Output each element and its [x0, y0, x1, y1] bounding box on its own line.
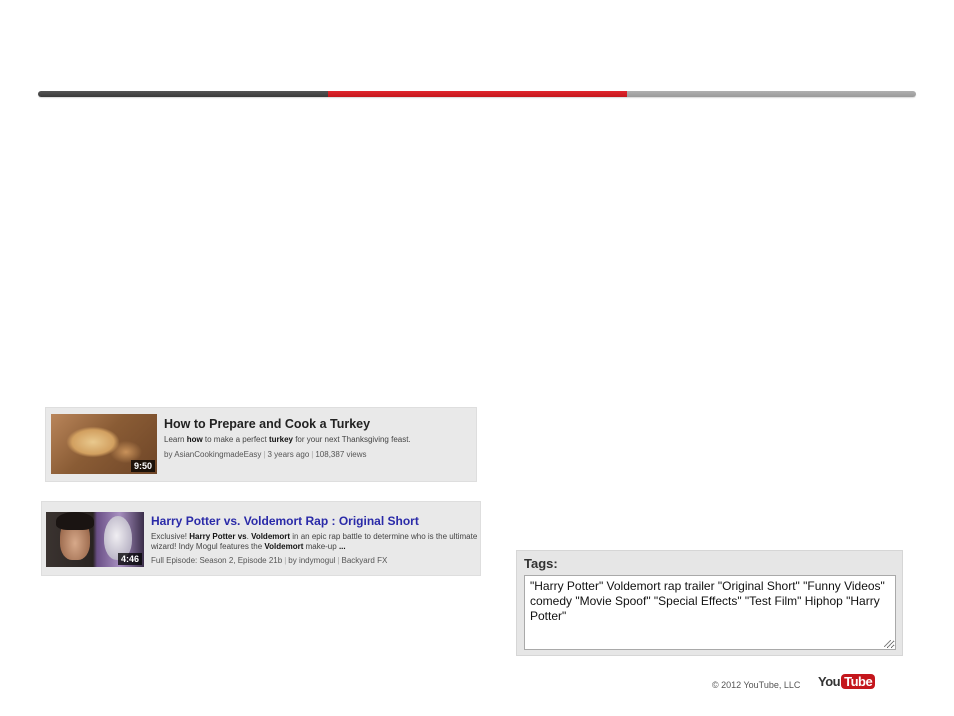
video-description: Exclusive! Harry Potter vs. Voldemort in… [151, 532, 478, 551]
youtube-logo: You Tube [818, 674, 876, 689]
youtube-logo-tube: Tube [841, 674, 876, 689]
tags-textarea[interactable]: "Harry Potter" Voldemort rap trailer "Or… [524, 575, 896, 650]
thumbnail-hair-left [56, 512, 94, 530]
video-result-harry-potter[interactable]: 4:46 Harry Potter vs. Voldemort Rap : Or… [41, 501, 481, 576]
video-info: Harry Potter vs. Voldemort Rap : Origina… [144, 512, 477, 566]
video-duration: 4:46 [117, 553, 142, 565]
progress-segment-current [328, 91, 627, 97]
video-episode: Full Episode: Season 2, Episode 21b [151, 556, 283, 565]
video-age: 3 years ago [267, 450, 310, 459]
video-views: 108,387 views [315, 450, 367, 459]
progress-segment-remaining [627, 91, 916, 97]
video-description: Learn how to make a perfect turkey for y… [164, 435, 411, 444]
slide-progress-bar [38, 91, 916, 97]
video-meta: by AsianCookingmadeEasy | 3 years ago | 108,… [164, 450, 367, 459]
progress-segment-completed [38, 91, 328, 97]
video-thumbnail[interactable]: 4:46 [46, 512, 144, 567]
video-duration: 9:50 [130, 460, 155, 472]
video-author[interactable]: by AsianCookingmadeEasy [164, 450, 261, 459]
video-result-turkey[interactable]: 9:50 How to Prepare and Cook a Turkey Le… [45, 407, 477, 482]
tags-label: Tags: [524, 556, 558, 571]
resize-grip-icon[interactable] [884, 640, 891, 647]
video-thumbnail[interactable]: 9:50 [51, 414, 157, 474]
video-title-link[interactable]: How to Prepare and Cook a Turkey [164, 417, 411, 432]
video-meta: Full Episode: Season 2, Episode 21b | by i… [151, 556, 388, 565]
video-author[interactable]: by indymogul [288, 556, 335, 565]
youtube-logo-you: You [818, 674, 841, 689]
video-title-link[interactable]: Harry Potter vs. Voldemort Rap : Origina… [151, 514, 477, 529]
video-channel[interactable]: Backyard FX [342, 556, 388, 565]
copyright-text: © 2012 YouTube, LLC [712, 680, 801, 690]
video-info: How to Prepare and Cook a Turkey Learn h… [157, 414, 411, 460]
tags-panel: Tags: "Harry Potter" Voldemort rap trail… [516, 550, 903, 656]
